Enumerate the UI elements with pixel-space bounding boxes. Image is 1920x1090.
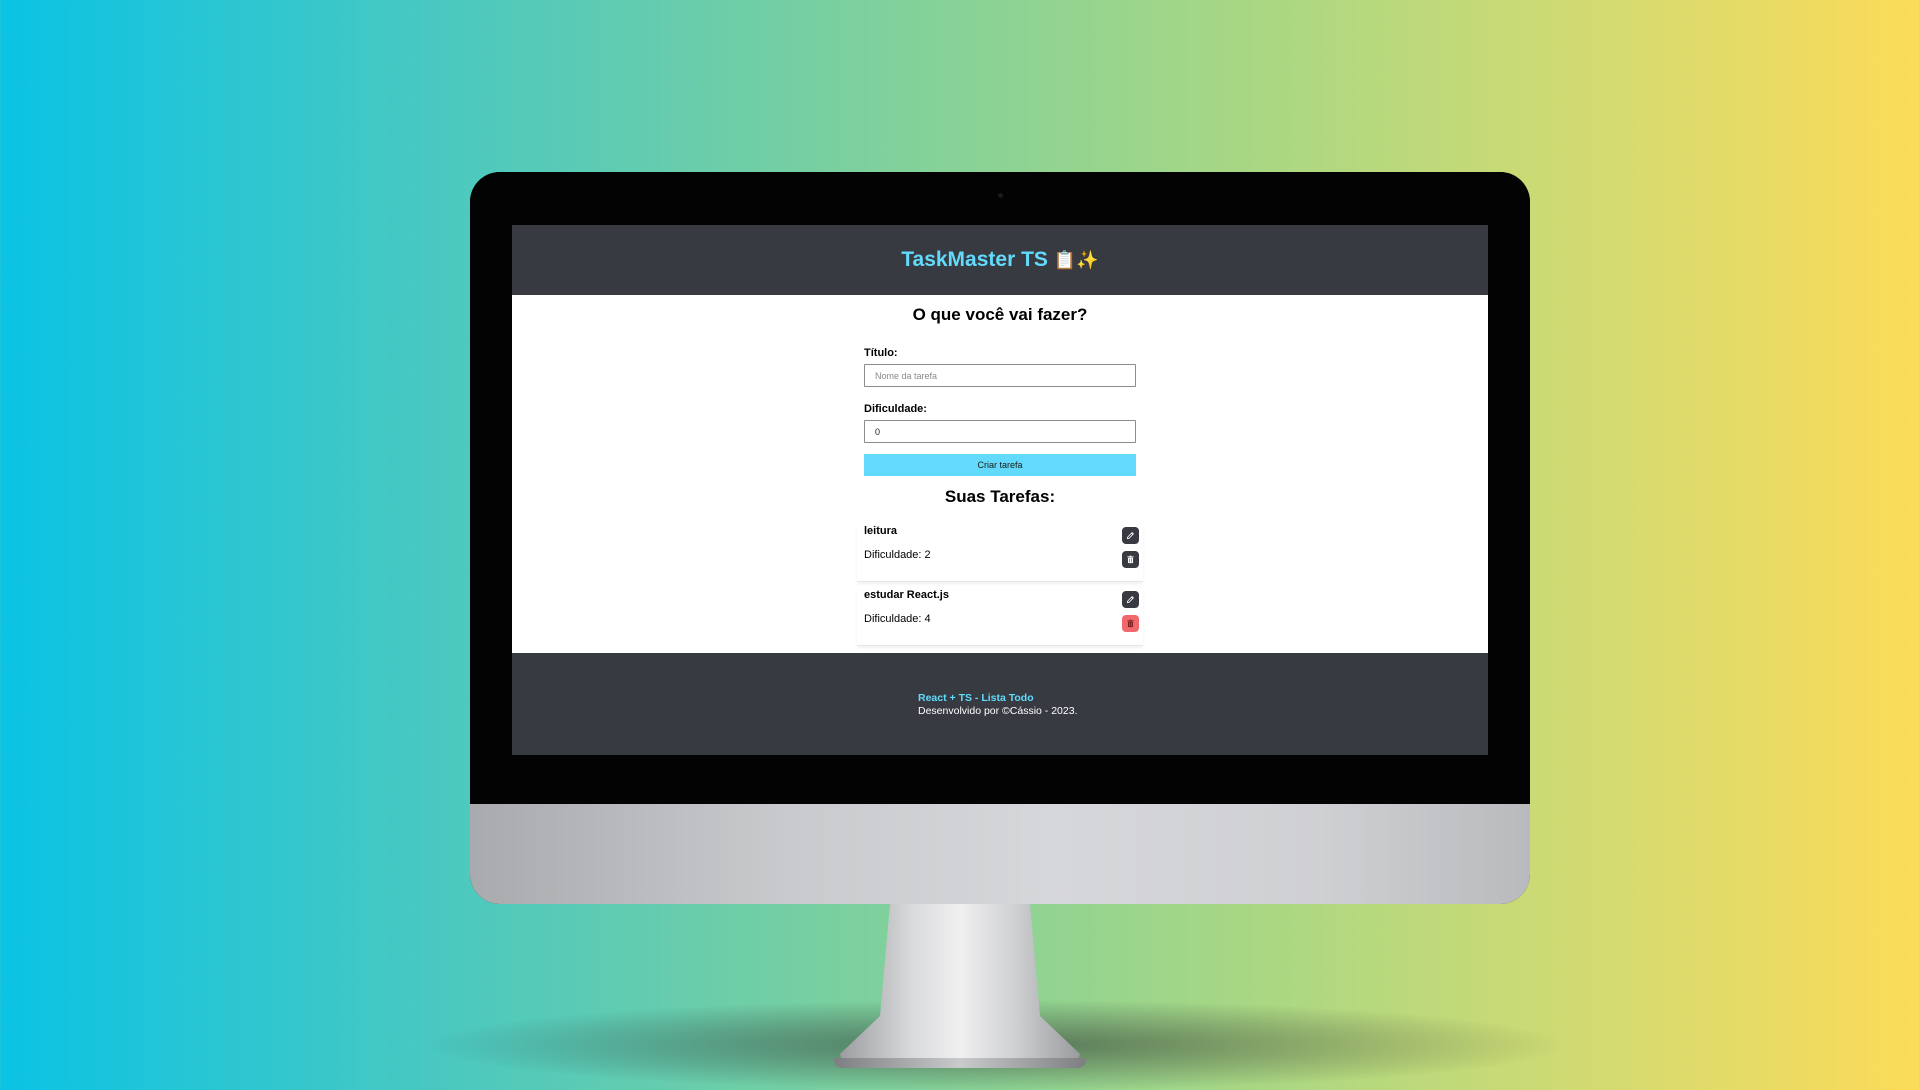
edit-task-button[interactable]: [1122, 527, 1139, 544]
title-input[interactable]: [864, 364, 1136, 387]
clipboard-sparkles-icon: 📋✨: [1053, 249, 1099, 270]
footer-text: React + TS - Lista Todo Desenvolvido por…: [918, 692, 1077, 718]
edit-task-button[interactable]: [1122, 591, 1139, 608]
delete-task-button[interactable]: [1122, 551, 1139, 568]
main-content: O que você vai fazer? Título: Dificuldad…: [512, 295, 1488, 653]
task-title: leitura: [864, 525, 898, 537]
tasks-heading: Suas Tarefas:: [944, 487, 1056, 506]
task-form: Título: Dificuldade: Criar tarefa: [864, 347, 1136, 476]
delete-task-button[interactable]: [1122, 615, 1139, 632]
footer-credit: Desenvolvido por ©Cássio - 2023.: [918, 705, 1078, 717]
imac-monitor: TaskMaster TS 📋✨ O que você vai fazer? T…: [470, 172, 1530, 904]
footer-link[interactable]: React + TS - Lista Todo: [918, 692, 1077, 705]
pencil-icon: [1126, 596, 1134, 604]
task-difficulty: Dificuldade: 2: [864, 549, 931, 561]
trash-icon: [1127, 555, 1134, 564]
task-item: estudar React.js Dificuldade: 4: [857, 589, 1143, 646]
app-title: TaskMaster TS: [901, 248, 1048, 271]
monitor-stand-foot: [834, 1058, 1086, 1068]
camera-icon: [998, 193, 1003, 198]
task-item: leitura Dificuldade: 2: [857, 525, 1143, 582]
monitor-chin: [470, 804, 1530, 904]
monitor-bezel: TaskMaster TS 📋✨ O que você vai fazer? T…: [470, 172, 1530, 804]
form-heading: O que você vai fazer?: [912, 305, 1088, 324]
trash-icon: [1127, 619, 1134, 628]
app-footer: React + TS - Lista Todo Desenvolvido por…: [512, 653, 1488, 755]
create-task-button[interactable]: Criar tarefa: [864, 454, 1136, 476]
task-difficulty: Dificuldade: 4: [864, 613, 931, 625]
task-title: estudar React.js: [864, 589, 949, 601]
difficulty-label: Dificuldade:: [864, 403, 927, 415]
pencil-icon: [1126, 532, 1134, 540]
app-screen: TaskMaster TS 📋✨ O que você vai fazer? T…: [512, 225, 1488, 755]
title-label: Título:: [864, 347, 898, 359]
app-header: TaskMaster TS 📋✨: [512, 225, 1488, 295]
monitor-stand: [840, 904, 1080, 1066]
difficulty-input[interactable]: [864, 420, 1136, 443]
